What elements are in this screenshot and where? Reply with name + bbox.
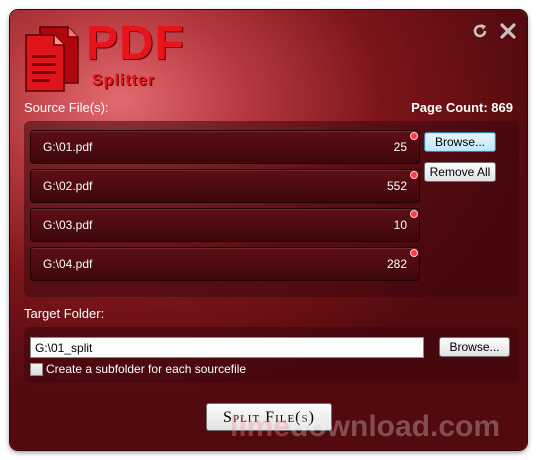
remove-file-icon[interactable] <box>410 249 418 257</box>
target-folder-panel: G:\01_split Browse... Create a subfolder… <box>24 327 519 383</box>
target-folder-label: Target Folder: <box>24 306 105 321</box>
page-count-label: Page Count: 869 <box>411 100 513 115</box>
refresh-icon[interactable] <box>471 22 489 40</box>
remove-all-button[interactable]: Remove All <box>424 162 496 182</box>
app-logo: PDF Splitter <box>22 20 202 100</box>
file-row[interactable]: G:\04.pdf 282 <box>30 247 420 281</box>
source-files-label: Source File(s): <box>24 100 109 115</box>
file-name: G:\04.pdf <box>43 257 93 271</box>
remove-file-icon[interactable] <box>410 132 418 140</box>
browse-source-button[interactable]: Browse... <box>424 132 496 152</box>
file-page-count: 10 <box>393 218 407 232</box>
app-window: PDF Splitter Source File(s): Page Count:… <box>10 10 527 450</box>
file-row[interactable]: G:\03.pdf 10 <box>30 208 420 242</box>
remove-file-icon[interactable] <box>410 210 418 218</box>
browse-target-button[interactable]: Browse... <box>439 337 510 357</box>
file-page-count: 552 <box>386 179 407 193</box>
remove-file-icon[interactable] <box>410 171 418 179</box>
file-name: G:\03.pdf <box>43 218 93 232</box>
split-files-button[interactable]: Split File(s) <box>206 403 332 431</box>
file-name: G:\01.pdf <box>43 140 93 154</box>
target-folder-input[interactable]: G:\01_split <box>30 337 424 358</box>
close-icon[interactable] <box>499 22 517 40</box>
logo-subtitle: Splitter <box>92 72 156 89</box>
file-name: G:\02.pdf <box>43 179 93 193</box>
file-row[interactable]: G:\02.pdf 552 <box>30 169 420 203</box>
file-page-count: 25 <box>393 140 407 154</box>
file-row[interactable]: G:\01.pdf 25 <box>30 130 420 164</box>
logo-title: PDF <box>86 17 185 70</box>
pdf-documents-icon <box>25 26 79 92</box>
file-page-count: 282 <box>386 257 407 271</box>
subfolder-checkbox-label: Create a subfolder for each sourcefile <box>46 362 247 376</box>
subfolder-checkbox[interactable] <box>30 363 43 376</box>
